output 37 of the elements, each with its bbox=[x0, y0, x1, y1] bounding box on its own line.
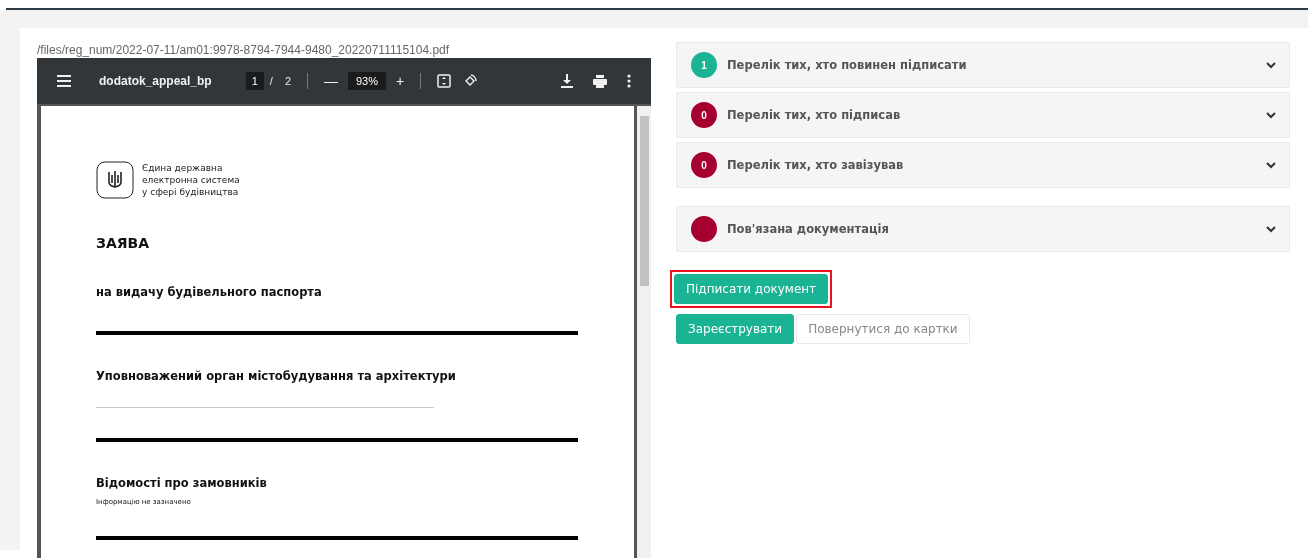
download-icon[interactable] bbox=[561, 74, 573, 88]
page-separator: / bbox=[269, 75, 273, 87]
count-badge: 0 bbox=[691, 102, 717, 128]
more-icon[interactable] bbox=[627, 74, 631, 88]
file-path: /files/reg_num/2022-07-11/am01:9978-8794-7944-9480_20220711115104.pdf bbox=[37, 42, 451, 58]
accordion-panel[interactable]: 1 Перелік тих, хто повинен підписати bbox=[676, 42, 1290, 88]
accordion-panel[interactable]: Пов'язана документація bbox=[676, 206, 1290, 252]
panel-title: Пов'язана документація bbox=[727, 222, 890, 236]
document-subtitle: на видачу будівельного паспорта bbox=[96, 285, 323, 299]
organization-name: Єдина державна електронна система у сфері будівництва bbox=[142, 162, 240, 198]
zoom-field[interactable]: 93% bbox=[348, 72, 387, 90]
menu-icon[interactable] bbox=[57, 75, 71, 87]
panel-title: Перелік тих, хто підписав bbox=[727, 108, 902, 122]
zoom-out-button[interactable]: — bbox=[324, 73, 338, 89]
trident-emblem-icon bbox=[96, 161, 134, 199]
scrollbar[interactable] bbox=[637, 106, 651, 558]
document-name: dodatok_appeal_bp bbox=[99, 74, 212, 88]
document-title: ЗАЯВА bbox=[96, 235, 151, 251]
chevron-down-icon bbox=[1265, 223, 1277, 235]
accordion-panel[interactable]: 0 Перелік тих, хто завізував bbox=[676, 142, 1290, 188]
fit-page-icon[interactable] bbox=[437, 74, 452, 88]
section-heading: Відомості про замовників bbox=[96, 476, 268, 490]
panel-title: Перелік тих, хто повинен підписати bbox=[727, 58, 968, 72]
print-icon[interactable] bbox=[593, 74, 607, 88]
rotate-icon[interactable] bbox=[463, 74, 478, 88]
chevron-down-icon bbox=[1265, 109, 1277, 121]
back-button[interactable]: Повернутися до картки bbox=[796, 314, 970, 344]
page-number-field[interactable]: 1 bbox=[245, 72, 264, 90]
panel-title: Перелік тих, хто завізував bbox=[727, 158, 905, 172]
chevron-down-icon bbox=[1265, 59, 1277, 71]
page-count: 2 bbox=[284, 75, 291, 87]
section-heading: Уповноважений орган містобудування та архітектури bbox=[96, 369, 457, 383]
zoom-in-button[interactable]: + bbox=[396, 73, 405, 89]
count-badge: 1 bbox=[691, 52, 717, 78]
count-badge: 0 bbox=[691, 152, 717, 178]
accordion-panel[interactable]: 0 Перелік тих, хто підписав bbox=[676, 92, 1290, 138]
chevron-down-icon bbox=[1265, 159, 1277, 171]
